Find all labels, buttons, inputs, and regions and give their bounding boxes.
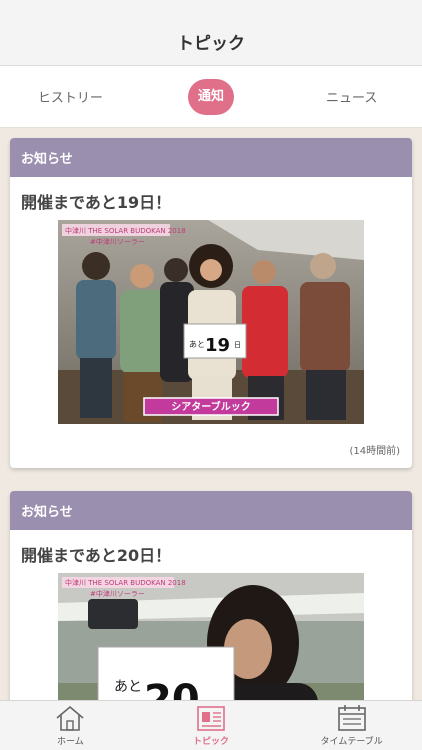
card-category: お知らせ [10, 138, 412, 177]
photo-tag: #中津川ソーラー [90, 589, 145, 598]
bottom-nav: ホーム トピック タイムテーブル [0, 700, 422, 750]
card-timestamp: (14時間前) [349, 446, 400, 457]
photo-banner: 中津川 THE SOLAR BUDOKAN 2018 [65, 226, 186, 235]
card-title: 開催まであと19日！ [21, 193, 172, 212]
photo-tag: #中津川ソーラー [90, 237, 145, 246]
topic-tabs: ヒストリー 通知 ニュース [0, 66, 422, 128]
card-photo[interactable]: 中津川 THE SOLAR BUDOKAN 2018 #中津川ソーラー あと 1… [58, 220, 364, 424]
card-title: 開催まであと20日！ [21, 546, 172, 565]
card-category: お知らせ [10, 491, 412, 530]
nav-topics[interactable]: トピック [141, 701, 282, 750]
topics-icon [197, 706, 225, 731]
tab-news-label: ニュース [326, 91, 378, 106]
nav-home-label: ホーム [56, 737, 84, 747]
nav-topics-label: トピック [193, 737, 230, 747]
page-title: トピック [177, 34, 245, 54]
sign-number: 19 [205, 335, 230, 356]
home-icon [56, 705, 84, 731]
notification-card[interactable]: お知らせ 開催まであと20日！ 中津川 THE SOLAR BUDOKAN 20… [10, 491, 412, 700]
nav-timetable-label: タイムテーブル [320, 737, 383, 747]
band-photo-image: 中津川 THE SOLAR BUDOKAN 2018 #中津川ソーラー あと 1… [58, 220, 364, 424]
nav-timetable[interactable]: タイムテーブル [281, 701, 422, 750]
tab-notifications[interactable]: 通知 [141, 78, 282, 115]
sign-number: 20 [144, 677, 200, 700]
card-photo[interactable]: 中津川 THE SOLAR BUDOKAN 2018 #中津川ソーラー あと 2… [58, 573, 364, 700]
nav-home[interactable]: ホーム [0, 701, 141, 750]
tab-news[interactable]: ニュース [281, 87, 422, 106]
app-header: トピック [0, 0, 422, 66]
topic-feed[interactable]: お知らせ 開催まであと19日！ 中津川 THE SOLAR BUDOKAN 20… [0, 128, 422, 700]
photo-caption: シアターブルック [171, 400, 250, 413]
tab-history-label: ヒストリー [37, 91, 103, 106]
photo-banner: 中津川 THE SOLAR BUDOKAN 2018 [65, 578, 186, 587]
sign-suffix: 日 [234, 341, 241, 349]
timetable-icon [337, 705, 366, 731]
artist-photo-image: 中津川 THE SOLAR BUDOKAN 2018 #中津川ソーラー あと 2… [58, 573, 364, 700]
notification-card[interactable]: お知らせ 開催まであと19日！ 中津川 THE SOLAR BUDOKAN 20… [10, 138, 412, 468]
tab-history[interactable]: ヒストリー [0, 87, 141, 106]
sign-prefix: あと [189, 340, 205, 349]
sign-prefix: あと [114, 679, 142, 695]
tab-notifications-label: 通知 [188, 78, 234, 115]
